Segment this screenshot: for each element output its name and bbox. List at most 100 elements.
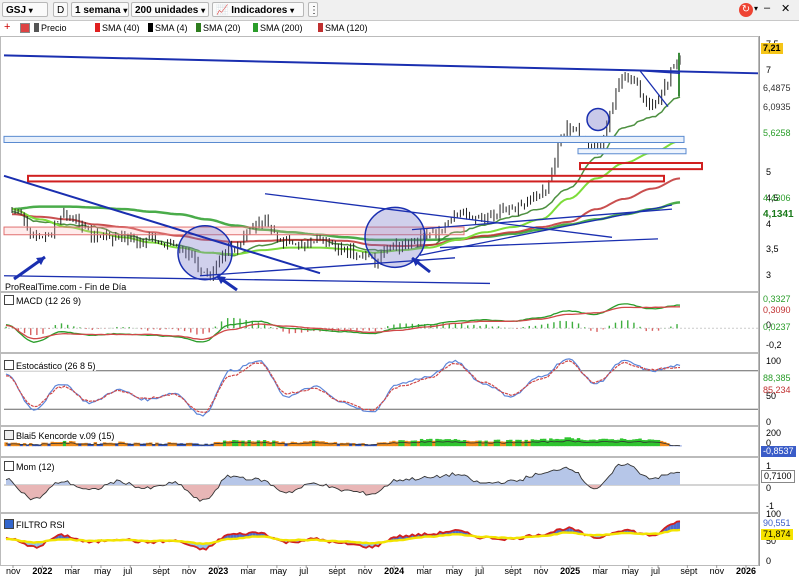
blai5-bar bbox=[133, 442, 138, 447]
macd-hist-bar bbox=[116, 326, 118, 329]
blai5-bar bbox=[65, 442, 70, 447]
stoch-title[interactable]: Estocástico (26 8 5) bbox=[4, 360, 96, 371]
blai5-bar bbox=[469, 441, 473, 447]
legend-sma20[interactable]: SMA (20) bbox=[196, 22, 241, 34]
stoch-value-0: 88,385 bbox=[763, 373, 791, 383]
rsi-fill bbox=[67, 535, 71, 540]
rsi-fill bbox=[286, 540, 290, 544]
legend-price[interactable]: Precio bbox=[34, 22, 67, 34]
macd-hist-bar bbox=[196, 328, 198, 335]
blai5-bar bbox=[478, 440, 482, 447]
blai5-bar bbox=[216, 441, 221, 447]
legend-sma120[interactable]: SMA (120) bbox=[318, 22, 368, 34]
x-tick-label: sept bbox=[680, 566, 698, 576]
macd-hist-bar bbox=[350, 328, 352, 332]
blai5-bar bbox=[155, 442, 159, 447]
macd-hist-bar bbox=[565, 321, 567, 329]
macd-hist-bar bbox=[282, 328, 284, 332]
x-tick-label: nov bbox=[181, 566, 197, 576]
rsi-fill bbox=[341, 541, 345, 544]
blai5-bar bbox=[352, 443, 356, 447]
refresh-icon[interactable]: ↻ bbox=[739, 3, 753, 17]
rsi-fill bbox=[390, 537, 394, 541]
rsi-fill bbox=[15, 538, 19, 542]
mom-title[interactable]: Mom (12) bbox=[4, 461, 55, 472]
blai5-value-0: -0,8537 bbox=[761, 446, 796, 457]
rsi-fill bbox=[249, 532, 253, 538]
blai5-bar bbox=[364, 444, 368, 447]
blai5-bar bbox=[182, 443, 187, 447]
x-tick-label: jul bbox=[475, 566, 485, 576]
rsi-fill bbox=[27, 542, 31, 546]
rsi-fill bbox=[501, 537, 505, 541]
close-icon[interactable]: ✕ bbox=[781, 2, 790, 15]
rsi-fill bbox=[467, 532, 471, 536]
price-value-5: 4,1341 bbox=[763, 209, 794, 220]
blai5-bar bbox=[127, 443, 131, 447]
blai5-line bbox=[5, 440, 681, 447]
price-ytick: 7 bbox=[766, 64, 772, 75]
indicators-label: Indicadores bbox=[231, 5, 288, 16]
trendline bbox=[3, 54, 759, 75]
blai5-bar bbox=[158, 443, 162, 447]
rsi-fill bbox=[227, 534, 231, 540]
legend-sma40[interactable]: SMA (40) bbox=[95, 22, 140, 34]
rsi-fill bbox=[393, 537, 397, 541]
blai5-bar bbox=[259, 441, 264, 447]
rsi-fill bbox=[399, 535, 404, 541]
rsi-fill bbox=[261, 532, 265, 537]
dropdown-arrow-icon[interactable]: ▾ bbox=[754, 4, 758, 13]
rsi-fill bbox=[366, 542, 370, 548]
stoch-ytick-0: 100 bbox=[766, 356, 782, 366]
rsi-fill bbox=[52, 537, 56, 541]
legend-sma200[interactable]: SMA (200) bbox=[253, 22, 303, 34]
blai5-bar bbox=[152, 444, 156, 447]
blai5-bar bbox=[496, 439, 501, 447]
rsi-fill bbox=[403, 535, 407, 541]
rsi-fill bbox=[335, 540, 339, 544]
units-selector[interactable]: 200 unidades ▾ bbox=[131, 2, 209, 17]
blai5-title[interactable]: Blai5 Kencorde v.09 (15) bbox=[4, 430, 115, 441]
rsi-fill bbox=[378, 542, 382, 547]
macd-hist-bar bbox=[547, 323, 549, 329]
timeframe-d-button[interactable]: D bbox=[53, 2, 68, 17]
blai5-bar bbox=[149, 442, 153, 447]
minimize-icon[interactable]: – bbox=[764, 2, 770, 14]
blai5-bar bbox=[441, 439, 445, 447]
rsi-fill bbox=[169, 540, 173, 542]
rsi-fill bbox=[144, 540, 148, 543]
blai5-bar bbox=[650, 439, 655, 447]
indicators-button[interactable]: 📈 Indicadores ▾ bbox=[212, 2, 304, 17]
macd-hist-bar bbox=[657, 328, 660, 331]
rsi-fill bbox=[433, 533, 437, 537]
add-icon[interactable]: + bbox=[4, 21, 10, 33]
rsi-fill bbox=[187, 542, 191, 546]
rsi-fill bbox=[138, 540, 142, 543]
blai5-bar bbox=[281, 441, 285, 447]
blai5-bar bbox=[272, 440, 276, 447]
blai5-bar bbox=[244, 441, 248, 447]
rsi-fill bbox=[301, 539, 305, 541]
blai5-bar bbox=[358, 443, 362, 447]
macd-title[interactable]: MACD (12 26 9) bbox=[4, 295, 82, 306]
rsi-title[interactable]: FILTRO RSI bbox=[4, 519, 65, 530]
rsi-value-1: 71,874 bbox=[761, 529, 793, 540]
rsi-fill bbox=[282, 540, 287, 544]
symbol-selector[interactable]: GSJ ▾ bbox=[2, 2, 48, 17]
macd-hist-bar bbox=[442, 323, 444, 329]
blai5-bar bbox=[349, 443, 353, 447]
stoch-k-line bbox=[5, 358, 681, 417]
macd-hist-bar bbox=[36, 328, 38, 336]
toolbar-more-button[interactable]: ⋮ bbox=[308, 2, 319, 17]
rsi-fill bbox=[470, 534, 474, 537]
rsi-fill bbox=[42, 540, 47, 546]
rsi-fill bbox=[242, 534, 247, 539]
macd-hist-bar bbox=[676, 324, 678, 329]
period-selector[interactable]: 1 semana ▾ bbox=[71, 2, 129, 17]
blai5-bar bbox=[90, 444, 94, 447]
rsi-fill bbox=[178, 541, 182, 543]
blai5-bar bbox=[189, 442, 193, 447]
color-icon[interactable] bbox=[20, 23, 30, 33]
rsi-fill bbox=[193, 542, 197, 548]
legend-sma4[interactable]: SMA (4) bbox=[148, 22, 188, 34]
